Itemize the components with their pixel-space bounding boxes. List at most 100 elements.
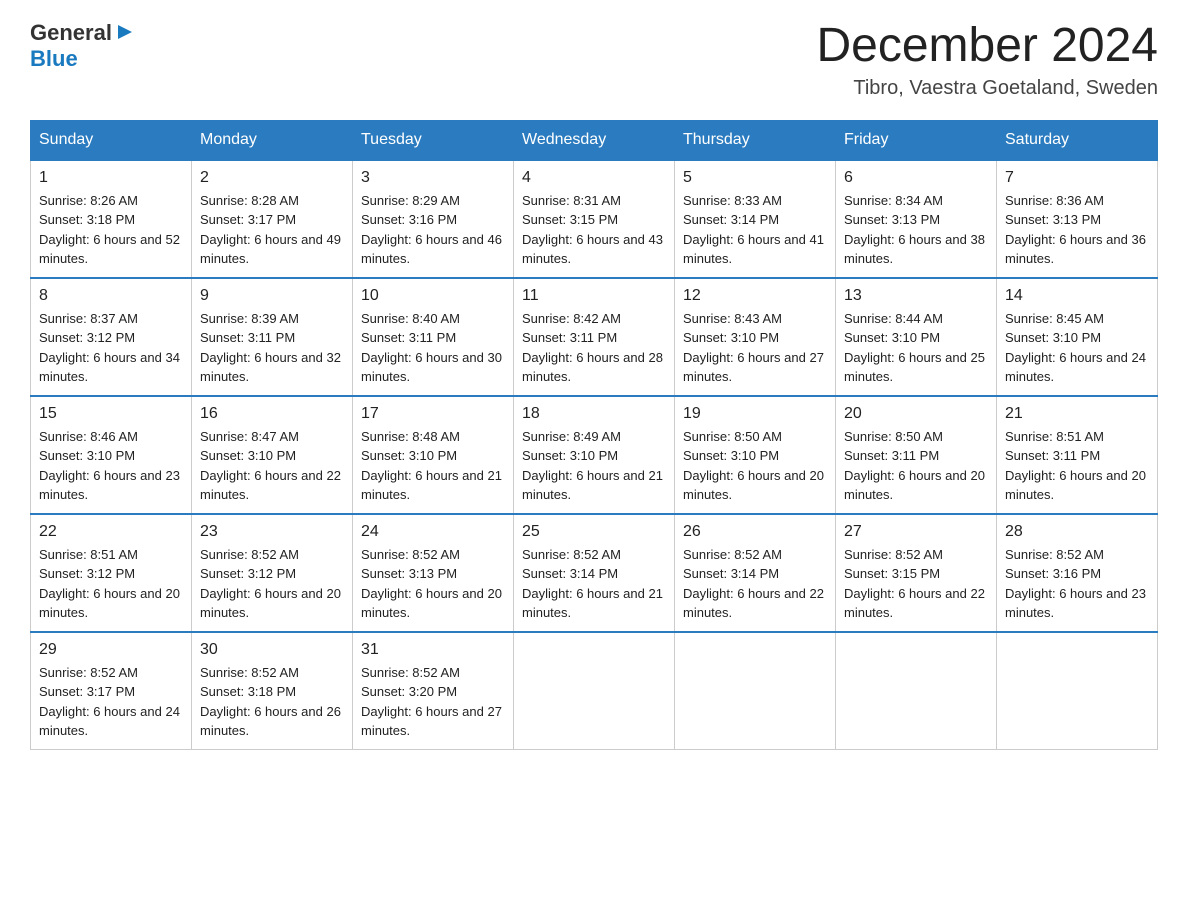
day-number: 17	[361, 405, 505, 423]
day-info: Sunrise: 8:26 AM Sunset: 3:18 PM Dayligh…	[39, 191, 183, 269]
calendar-day-cell: 19 Sunrise: 8:50 AM Sunset: 3:10 PM Dayl…	[675, 396, 836, 514]
day-info: Sunrise: 8:50 AM Sunset: 3:10 PM Dayligh…	[683, 427, 827, 505]
day-number: 4	[522, 169, 666, 187]
calendar-week-row: 15 Sunrise: 8:46 AM Sunset: 3:10 PM Dayl…	[31, 396, 1158, 514]
calendar-week-row: 1 Sunrise: 8:26 AM Sunset: 3:18 PM Dayli…	[31, 160, 1158, 278]
day-number: 3	[361, 169, 505, 187]
calendar-header-row: Sunday Monday Tuesday Wednesday Thursday…	[31, 120, 1158, 160]
day-info: Sunrise: 8:29 AM Sunset: 3:16 PM Dayligh…	[361, 191, 505, 269]
col-saturday: Saturday	[997, 120, 1158, 160]
empty-cell	[675, 632, 836, 750]
col-wednesday: Wednesday	[514, 120, 675, 160]
calendar-day-cell: 14 Sunrise: 8:45 AM Sunset: 3:10 PM Dayl…	[997, 278, 1158, 396]
calendar-day-cell: 1 Sunrise: 8:26 AM Sunset: 3:18 PM Dayli…	[31, 160, 192, 278]
day-number: 9	[200, 287, 344, 305]
calendar-day-cell: 23 Sunrise: 8:52 AM Sunset: 3:12 PM Dayl…	[192, 514, 353, 632]
calendar-day-cell: 18 Sunrise: 8:49 AM Sunset: 3:10 PM Dayl…	[514, 396, 675, 514]
calendar-table: Sunday Monday Tuesday Wednesday Thursday…	[30, 120, 1158, 750]
empty-cell	[514, 632, 675, 750]
day-info: Sunrise: 8:52 AM Sunset: 3:20 PM Dayligh…	[361, 663, 505, 741]
calendar-day-cell: 30 Sunrise: 8:52 AM Sunset: 3:18 PM Dayl…	[192, 632, 353, 750]
day-number: 15	[39, 405, 183, 423]
day-number: 22	[39, 523, 183, 541]
empty-cell	[997, 632, 1158, 750]
col-friday: Friday	[836, 120, 997, 160]
day-info: Sunrise: 8:37 AM Sunset: 3:12 PM Dayligh…	[39, 309, 183, 387]
calendar-day-cell: 25 Sunrise: 8:52 AM Sunset: 3:14 PM Dayl…	[514, 514, 675, 632]
day-info: Sunrise: 8:51 AM Sunset: 3:11 PM Dayligh…	[1005, 427, 1149, 505]
day-number: 6	[844, 169, 988, 187]
day-info: Sunrise: 8:52 AM Sunset: 3:13 PM Dayligh…	[361, 545, 505, 623]
day-info: Sunrise: 8:31 AM Sunset: 3:15 PM Dayligh…	[522, 191, 666, 269]
col-thursday: Thursday	[675, 120, 836, 160]
location-subtitle: Tibro, Vaestra Goetaland, Sweden	[816, 77, 1158, 100]
calendar-day-cell: 20 Sunrise: 8:50 AM Sunset: 3:11 PM Dayl…	[836, 396, 997, 514]
day-number: 12	[683, 287, 827, 305]
day-number: 11	[522, 287, 666, 305]
calendar-week-row: 8 Sunrise: 8:37 AM Sunset: 3:12 PM Dayli…	[31, 278, 1158, 396]
day-info: Sunrise: 8:48 AM Sunset: 3:10 PM Dayligh…	[361, 427, 505, 505]
day-number: 20	[844, 405, 988, 423]
day-info: Sunrise: 8:52 AM Sunset: 3:17 PM Dayligh…	[39, 663, 183, 741]
day-number: 14	[1005, 287, 1149, 305]
day-info: Sunrise: 8:42 AM Sunset: 3:11 PM Dayligh…	[522, 309, 666, 387]
col-monday: Monday	[192, 120, 353, 160]
day-number: 25	[522, 523, 666, 541]
month-title: December 2024	[816, 20, 1158, 73]
day-info: Sunrise: 8:52 AM Sunset: 3:14 PM Dayligh…	[683, 545, 827, 623]
logo-blue: Blue	[30, 46, 78, 71]
day-info: Sunrise: 8:52 AM Sunset: 3:12 PM Dayligh…	[200, 545, 344, 623]
day-number: 27	[844, 523, 988, 541]
day-number: 19	[683, 405, 827, 423]
day-info: Sunrise: 8:45 AM Sunset: 3:10 PM Dayligh…	[1005, 309, 1149, 387]
day-info: Sunrise: 8:28 AM Sunset: 3:17 PM Dayligh…	[200, 191, 344, 269]
day-info: Sunrise: 8:51 AM Sunset: 3:12 PM Dayligh…	[39, 545, 183, 623]
day-number: 29	[39, 641, 183, 659]
page-header: General Blue December 2024 Tibro, Vaestr…	[30, 20, 1158, 100]
day-number: 2	[200, 169, 344, 187]
day-number: 30	[200, 641, 344, 659]
logo-general: General	[30, 20, 112, 46]
empty-cell	[836, 632, 997, 750]
calendar-day-cell: 22 Sunrise: 8:51 AM Sunset: 3:12 PM Dayl…	[31, 514, 192, 632]
logo-arrow-icon	[114, 21, 136, 43]
calendar-day-cell: 15 Sunrise: 8:46 AM Sunset: 3:10 PM Dayl…	[31, 396, 192, 514]
day-info: Sunrise: 8:39 AM Sunset: 3:11 PM Dayligh…	[200, 309, 344, 387]
day-number: 31	[361, 641, 505, 659]
col-sunday: Sunday	[31, 120, 192, 160]
calendar-day-cell: 8 Sunrise: 8:37 AM Sunset: 3:12 PM Dayli…	[31, 278, 192, 396]
day-number: 7	[1005, 169, 1149, 187]
calendar-day-cell: 9 Sunrise: 8:39 AM Sunset: 3:11 PM Dayli…	[192, 278, 353, 396]
day-number: 18	[522, 405, 666, 423]
col-tuesday: Tuesday	[353, 120, 514, 160]
calendar-day-cell: 4 Sunrise: 8:31 AM Sunset: 3:15 PM Dayli…	[514, 160, 675, 278]
day-info: Sunrise: 8:43 AM Sunset: 3:10 PM Dayligh…	[683, 309, 827, 387]
day-number: 10	[361, 287, 505, 305]
calendar-day-cell: 29 Sunrise: 8:52 AM Sunset: 3:17 PM Dayl…	[31, 632, 192, 750]
calendar-day-cell: 7 Sunrise: 8:36 AM Sunset: 3:13 PM Dayli…	[997, 160, 1158, 278]
calendar-day-cell: 2 Sunrise: 8:28 AM Sunset: 3:17 PM Dayli…	[192, 160, 353, 278]
day-number: 16	[200, 405, 344, 423]
day-info: Sunrise: 8:34 AM Sunset: 3:13 PM Dayligh…	[844, 191, 988, 269]
calendar-week-row: 22 Sunrise: 8:51 AM Sunset: 3:12 PM Dayl…	[31, 514, 1158, 632]
logo: General Blue	[30, 20, 136, 72]
title-block: December 2024 Tibro, Vaestra Goetaland, …	[816, 20, 1158, 100]
calendar-day-cell: 21 Sunrise: 8:51 AM Sunset: 3:11 PM Dayl…	[997, 396, 1158, 514]
day-number: 13	[844, 287, 988, 305]
calendar-day-cell: 26 Sunrise: 8:52 AM Sunset: 3:14 PM Dayl…	[675, 514, 836, 632]
day-number: 21	[1005, 405, 1149, 423]
day-info: Sunrise: 8:40 AM Sunset: 3:11 PM Dayligh…	[361, 309, 505, 387]
calendar-day-cell: 16 Sunrise: 8:47 AM Sunset: 3:10 PM Dayl…	[192, 396, 353, 514]
day-number: 5	[683, 169, 827, 187]
day-number: 26	[683, 523, 827, 541]
day-info: Sunrise: 8:36 AM Sunset: 3:13 PM Dayligh…	[1005, 191, 1149, 269]
day-number: 28	[1005, 523, 1149, 541]
calendar-day-cell: 31 Sunrise: 8:52 AM Sunset: 3:20 PM Dayl…	[353, 632, 514, 750]
day-number: 24	[361, 523, 505, 541]
day-number: 8	[39, 287, 183, 305]
calendar-day-cell: 13 Sunrise: 8:44 AM Sunset: 3:10 PM Dayl…	[836, 278, 997, 396]
calendar-week-row: 29 Sunrise: 8:52 AM Sunset: 3:17 PM Dayl…	[31, 632, 1158, 750]
day-info: Sunrise: 8:46 AM Sunset: 3:10 PM Dayligh…	[39, 427, 183, 505]
day-info: Sunrise: 8:47 AM Sunset: 3:10 PM Dayligh…	[200, 427, 344, 505]
calendar-day-cell: 24 Sunrise: 8:52 AM Sunset: 3:13 PM Dayl…	[353, 514, 514, 632]
